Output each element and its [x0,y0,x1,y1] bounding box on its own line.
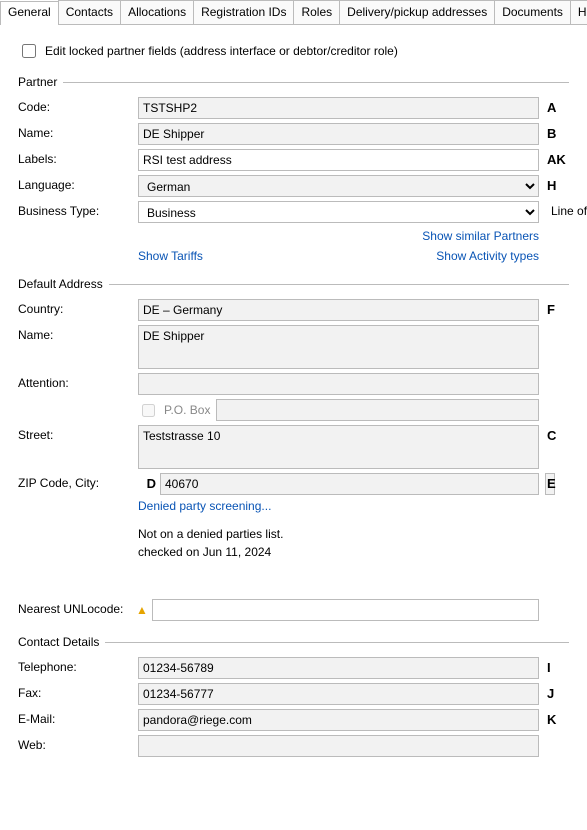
name-input[interactable] [138,123,539,145]
web-input[interactable] [138,735,539,757]
show-similar-link[interactable]: Show similar Partners [422,229,539,243]
pobox-checkbox[interactable] [142,404,155,417]
name-label: Name: [18,123,138,140]
marker-telephone: I [539,657,569,675]
addr-name-input[interactable] [138,325,539,369]
tab-documents[interactable]: Documents [494,0,571,24]
content-area: Edit locked partner fields (address inte… [0,25,587,775]
labels-input[interactable] [138,149,539,171]
fax-label: Fax: [18,683,138,700]
tab-allocations[interactable]: Allocations [120,0,194,24]
marker-language: H [539,175,569,193]
unlocode-input[interactable] [152,599,539,621]
partner-legend: Partner [18,75,63,89]
attention-label: Attention: [18,373,138,390]
country-label: Country: [18,299,138,316]
contact-details-legend: Contact Details [18,635,105,649]
zipcity-label: ZIP Code, City: [18,473,138,490]
marker-zip: D [138,473,156,491]
marker-city: E [539,473,569,491]
attention-input[interactable] [138,373,539,395]
marker-labels: AK [539,149,569,167]
tab-highrise[interactable]: Highrise [570,0,587,24]
country-input[interactable] [138,299,539,321]
pobox-input[interactable] [216,399,539,421]
show-tariffs-link[interactable]: Show Tariffs [138,249,203,263]
language-label: Language: [18,175,138,192]
code-label: Code: [18,97,138,114]
edit-locked-checkbox[interactable] [22,44,36,58]
business-type-label: Business Type: [18,201,138,218]
marker-street: C [539,425,569,443]
screening-status-line2: checked on Jun 11, 2024 [138,543,283,561]
telephone-label: Telephone: [18,657,138,674]
screening-status-line1: Not on a denied parties list. [138,525,283,543]
warning-icon: ▲ [136,603,148,617]
email-label: E-Mail: [18,709,138,726]
language-select[interactable]: German [138,175,539,197]
partner-section: Partner Code: A Name: B Labels: AK Langu… [18,75,569,269]
tab-general[interactable]: General [0,1,59,25]
pobox-label: P.O. Box [164,403,210,417]
marker-country: F [539,299,569,317]
default-address-legend: Default Address [18,277,109,291]
default-address-section: Default Address Country: F Name: Attenti… [18,277,569,627]
show-activity-link[interactable]: Show Activity types [436,249,539,263]
marker-code: A [539,97,569,115]
tab-contacts[interactable]: Contacts [58,0,121,24]
zip-input[interactable] [160,473,539,495]
street-label: Street: [18,425,138,442]
unlocode-label: Nearest UNLocode: [18,599,138,616]
marker-fax: J [539,683,569,701]
business-type-select[interactable]: Business [138,201,539,223]
email-input[interactable] [138,709,539,731]
tab-delivery-pickup[interactable]: Delivery/pickup addresses [339,0,495,24]
telephone-input[interactable] [138,657,539,679]
tab-registration-ids[interactable]: Registration IDs [193,0,294,24]
marker-name: B [539,123,569,141]
contact-details-section: Contact Details Telephone: I Fax: J E-Ma… [18,635,569,763]
web-label: Web: [18,735,138,752]
fax-input[interactable] [138,683,539,705]
edit-locked-label: Edit locked partner fields (address inte… [45,44,398,58]
denied-party-screening-link[interactable]: Denied party screening... [138,499,271,513]
addr-name-label: Name: [18,325,138,342]
code-input[interactable] [138,97,539,119]
tab-roles[interactable]: Roles [293,0,340,24]
labels-label: Labels: [18,149,138,166]
marker-email: K [539,709,569,727]
tab-bar: General Contacts Allocations Registratio… [0,0,587,25]
street-input[interactable] [138,425,539,469]
